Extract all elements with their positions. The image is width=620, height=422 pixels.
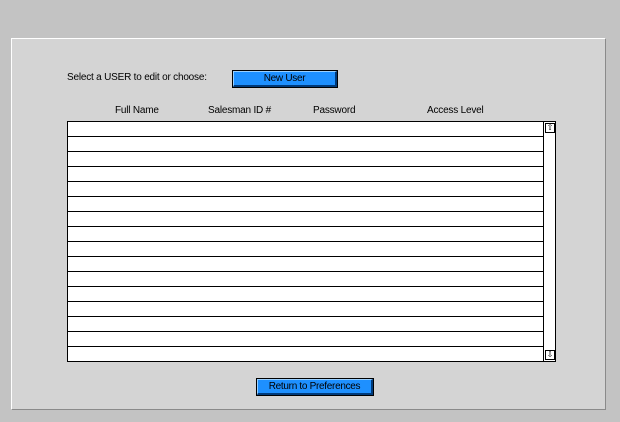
list-row[interactable] <box>68 167 543 182</box>
select-user-prompt: Select a USER to edit or choose: <box>67 72 207 83</box>
column-header-access-level: Access Level <box>427 105 484 116</box>
column-header-salesman-id: Salesman ID # <box>208 105 271 116</box>
list-row[interactable] <box>68 197 543 212</box>
list-row[interactable] <box>68 152 543 167</box>
list-row[interactable] <box>68 317 543 332</box>
column-header-full-name: Full Name <box>115 105 159 116</box>
list-row[interactable] <box>68 137 543 152</box>
list-row[interactable] <box>68 242 543 257</box>
list-row[interactable] <box>68 287 543 302</box>
new-user-button[interactable]: New User <box>232 70 338 88</box>
user-list-rows <box>68 122 543 362</box>
list-row[interactable] <box>68 182 543 197</box>
user-list-scrollbar[interactable]: ⇧ ⇩ <box>543 122 555 361</box>
list-row[interactable] <box>68 257 543 272</box>
return-to-preferences-button[interactable]: Return to Preferences <box>256 378 374 396</box>
list-row[interactable] <box>68 302 543 317</box>
user-editor-panel: Select a USER to edit or choose: New Use… <box>11 38 606 410</box>
list-row[interactable] <box>68 347 543 362</box>
scroll-down-arrow-icon[interactable]: ⇩ <box>545 350 555 360</box>
list-row[interactable] <box>68 212 543 227</box>
list-row[interactable] <box>68 122 543 137</box>
column-header-password: Password <box>313 105 356 116</box>
scroll-up-arrow-icon[interactable]: ⇧ <box>545 123 555 133</box>
list-row[interactable] <box>68 227 543 242</box>
list-row[interactable] <box>68 332 543 347</box>
list-row[interactable] <box>68 272 543 287</box>
user-list[interactable]: ⇧ ⇩ <box>67 121 556 362</box>
